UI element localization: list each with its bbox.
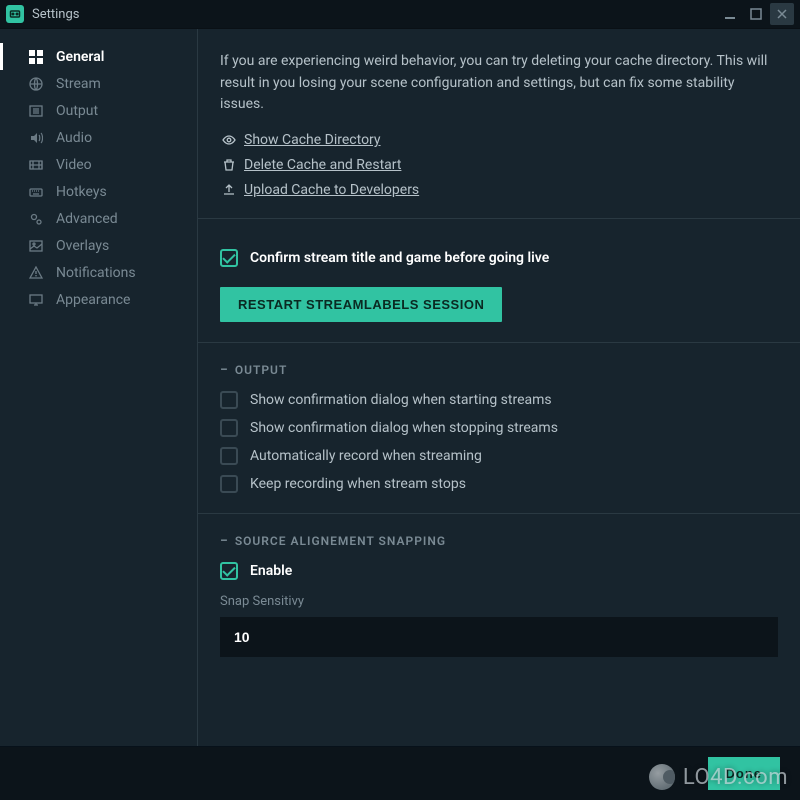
sidebar-item-output[interactable]: Output (0, 97, 197, 124)
output-icon (28, 104, 44, 118)
delete-cache-link-row: Delete Cache and Restart (220, 157, 778, 173)
output-option-label: Automatically record when streaming (250, 448, 482, 464)
sidebar-item-overlays[interactable]: Overlays (0, 232, 197, 259)
output-option-label: Keep recording when stream stops (250, 476, 466, 492)
sidebar-item-hotkeys[interactable]: Hotkeys (0, 178, 197, 205)
snapping-enable-row: Enable (220, 562, 778, 580)
output-option-label: Show confirmation dialog when starting s… (250, 392, 552, 408)
globe-icon (28, 77, 44, 91)
keyboard-icon (28, 185, 44, 199)
sidebar-item-general[interactable]: General (0, 43, 197, 70)
output-option-label: Show confirmation dialog when stopping s… (250, 420, 558, 436)
output-option-row: Keep recording when stream stops (220, 475, 778, 493)
close-button[interactable] (770, 3, 794, 25)
snapping-enable-checkbox[interactable] (220, 562, 238, 580)
sidebar-item-label: Appearance (56, 292, 130, 308)
window-title: Settings (32, 7, 79, 22)
sidebar-item-advanced[interactable]: Advanced (0, 205, 197, 232)
show-cache-link[interactable]: Show Cache Directory (244, 132, 381, 148)
sidebar-item-video[interactable]: Video (0, 151, 197, 178)
snapping-enable-label: Enable (250, 563, 292, 579)
content-pane[interactable]: If you are experiencing weird behavior, … (198, 29, 800, 746)
sidebar-item-notifications[interactable]: Notifications (0, 259, 197, 286)
image-icon (28, 239, 44, 253)
done-button[interactable]: Done (708, 757, 781, 790)
titlebar: Settings (0, 0, 800, 28)
sidebar-item-label: General (56, 49, 104, 65)
confirm-stream-checkbox[interactable] (220, 249, 238, 267)
grid-icon (28, 50, 44, 64)
minus-icon: − (220, 363, 229, 377)
sidebar-item-label: Overlays (56, 238, 109, 254)
sidebar-item-audio[interactable]: Audio (0, 124, 197, 151)
monitor-icon (28, 293, 44, 307)
output-option-row: Automatically record when streaming (220, 447, 778, 465)
trash-icon (220, 158, 238, 172)
output-autorecord-checkbox[interactable] (220, 447, 238, 465)
sidebar-item-label: Advanced (56, 211, 118, 227)
footer: Done (0, 746, 800, 800)
minus-icon: − (220, 534, 229, 548)
minimize-button[interactable] (718, 3, 742, 25)
sidebar-item-stream[interactable]: Stream (0, 70, 197, 97)
output-section-header[interactable]: − Output (220, 363, 778, 377)
eye-icon (220, 133, 238, 147)
snap-sensitivity-input[interactable] (220, 617, 778, 657)
output-keep-recording-checkbox[interactable] (220, 475, 238, 493)
sidebar-item-appearance[interactable]: Appearance (0, 286, 197, 313)
upload-cache-link-row: Upload Cache to Developers (220, 182, 778, 198)
maximize-button[interactable] (744, 3, 768, 25)
confirm-stream-row: Confirm stream title and game before goi… (220, 249, 778, 267)
snapping-section-header[interactable]: − Source Alignement Snapping (220, 534, 778, 548)
sidebar-item-label: Stream (56, 76, 101, 92)
audio-icon (28, 131, 44, 145)
upload-icon (220, 183, 238, 197)
output-section-title: Output (235, 363, 288, 377)
sidebar-item-label: Hotkeys (56, 184, 107, 200)
cache-info-text: If you are experiencing weird behavior, … (220, 51, 778, 116)
output-option-row: Show confirmation dialog when stopping s… (220, 419, 778, 437)
delete-cache-link[interactable]: Delete Cache and Restart (244, 157, 401, 173)
output-start-confirm-checkbox[interactable] (220, 391, 238, 409)
sidebar-item-label: Video (56, 157, 92, 173)
sidebar: General Stream Output Audio Video Hotkey… (0, 29, 198, 746)
show-cache-link-row: Show Cache Directory (220, 132, 778, 148)
app-icon (6, 5, 24, 23)
confirm-stream-label: Confirm stream title and game before goi… (250, 250, 549, 266)
restart-streamlabels-button[interactable]: Restart Streamlabels Session (220, 287, 502, 322)
output-option-row: Show confirmation dialog when starting s… (220, 391, 778, 409)
upload-cache-link[interactable]: Upload Cache to Developers (244, 182, 419, 198)
snapping-section-title: Source Alignement Snapping (235, 534, 446, 548)
sidebar-item-label: Audio (56, 130, 92, 146)
gears-icon (28, 212, 44, 226)
video-icon (28, 158, 44, 172)
snap-sensitivity-label: Snap Sensitivy (220, 594, 778, 609)
sidebar-item-label: Notifications (56, 265, 136, 281)
output-stop-confirm-checkbox[interactable] (220, 419, 238, 437)
warning-icon (28, 266, 44, 280)
sidebar-item-label: Output (56, 103, 98, 119)
